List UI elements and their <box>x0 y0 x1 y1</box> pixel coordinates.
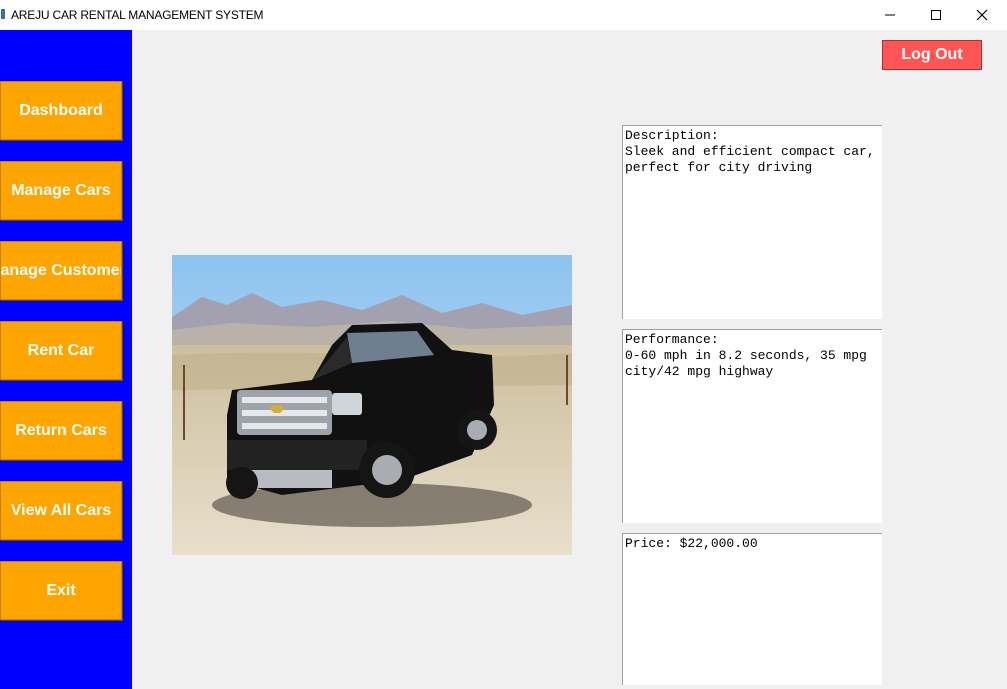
dashboard-button[interactable]: Dashboard <box>0 81 122 140</box>
return-cars-button[interactable]: Return Cars <box>0 401 122 460</box>
logout-button[interactable]: Log Out <box>882 40 982 70</box>
rent-car-button[interactable]: Rent Car <box>0 321 122 380</box>
minimize-icon <box>885 14 895 16</box>
maximize-button[interactable] <box>913 0 959 30</box>
close-icon <box>976 9 988 21</box>
minimize-button[interactable] <box>867 0 913 30</box>
window-title: AREJU CAR RENTAL MANAGEMENT SYSTEM <box>11 8 264 22</box>
manage-cars-button[interactable]: Manage Cars <box>0 161 122 220</box>
title-bar: AREJU CAR RENTAL MANAGEMENT SYSTEM <box>0 0 1007 30</box>
performance-textbox[interactable]: Performance: 0-60 mph in 8.2 seconds, 35… <box>622 329 882 523</box>
close-button[interactable] <box>959 0 1005 30</box>
app-icon <box>1 9 5 19</box>
maximize-icon <box>931 10 941 20</box>
sidebar: Dashboard Manage Cars Manage Customers R… <box>0 30 132 689</box>
manage-customers-button[interactable]: Manage Customers <box>0 241 122 300</box>
car-image <box>172 255 572 555</box>
price-textbox[interactable]: Price: $22,000.00 <box>622 533 882 685</box>
exit-button[interactable]: Exit <box>0 561 122 620</box>
view-all-cars-button[interactable]: View All Cars <box>0 481 122 540</box>
description-textbox[interactable]: Description: Sleek and efficient compact… <box>622 125 882 319</box>
